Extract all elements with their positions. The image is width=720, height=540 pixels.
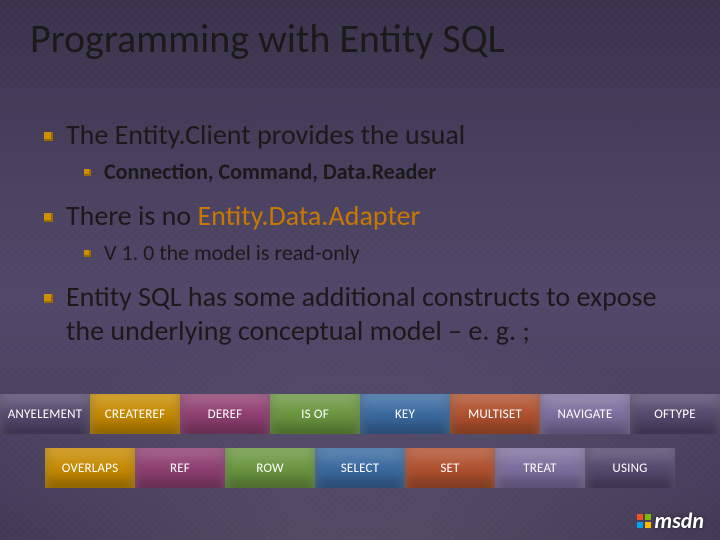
logo-text: msdn — [654, 507, 704, 534]
kw-oftype: OFTYPE — [630, 394, 720, 434]
kw-navigate: NAVIGATE — [540, 394, 630, 434]
kw-key: KEY — [360, 394, 450, 434]
bullet-2-emph: Entity.Data.Adapter — [197, 198, 420, 233]
kw-multiset: MULTISET — [450, 394, 540, 434]
kw-select: SELECT — [315, 448, 405, 488]
kw-treat: TREAT — [495, 448, 585, 488]
kw-deref: DEREF — [180, 394, 270, 434]
bullet-1a: Connection, Command, Data.Reader — [104, 158, 690, 185]
kw-createref: CREATEREF — [90, 394, 180, 434]
bullet-2: There is no Entity.Data.Adapter — [66, 199, 690, 233]
slide-title: Programming with Entity SQL — [30, 14, 690, 63]
content-area: The Entity.Client provides the usual Con… — [44, 118, 690, 355]
keyword-row-2: OVERLAPS REF ROW SELECT SET TREAT USING — [0, 448, 720, 488]
bullet-3: Entity SQL has some additional construct… — [66, 280, 690, 348]
msdn-logo: msdn — [637, 507, 704, 534]
kw-anyelement: ANYELEMENT — [0, 394, 90, 434]
bullet-1: The Entity.Client provides the usual — [66, 118, 690, 152]
bullet-2-text: There is no — [66, 198, 197, 233]
keyword-row-1: ANYELEMENT CREATEREF DEREF IS OF KEY MUL… — [0, 394, 720, 434]
slide: Programming with Entity SQL The Entity.C… — [0, 0, 720, 540]
kw-ref: REF — [135, 448, 225, 488]
kw-overlaps: OVERLAPS — [45, 448, 135, 488]
kw-row: ROW — [225, 448, 315, 488]
kw-using: USING — [585, 448, 675, 488]
bullet-2a: V 1. 0 the model is read-only — [104, 239, 690, 266]
kw-set: SET — [405, 448, 495, 488]
microsoft-flag-icon — [637, 514, 651, 528]
kw-isof: IS OF — [270, 394, 360, 434]
